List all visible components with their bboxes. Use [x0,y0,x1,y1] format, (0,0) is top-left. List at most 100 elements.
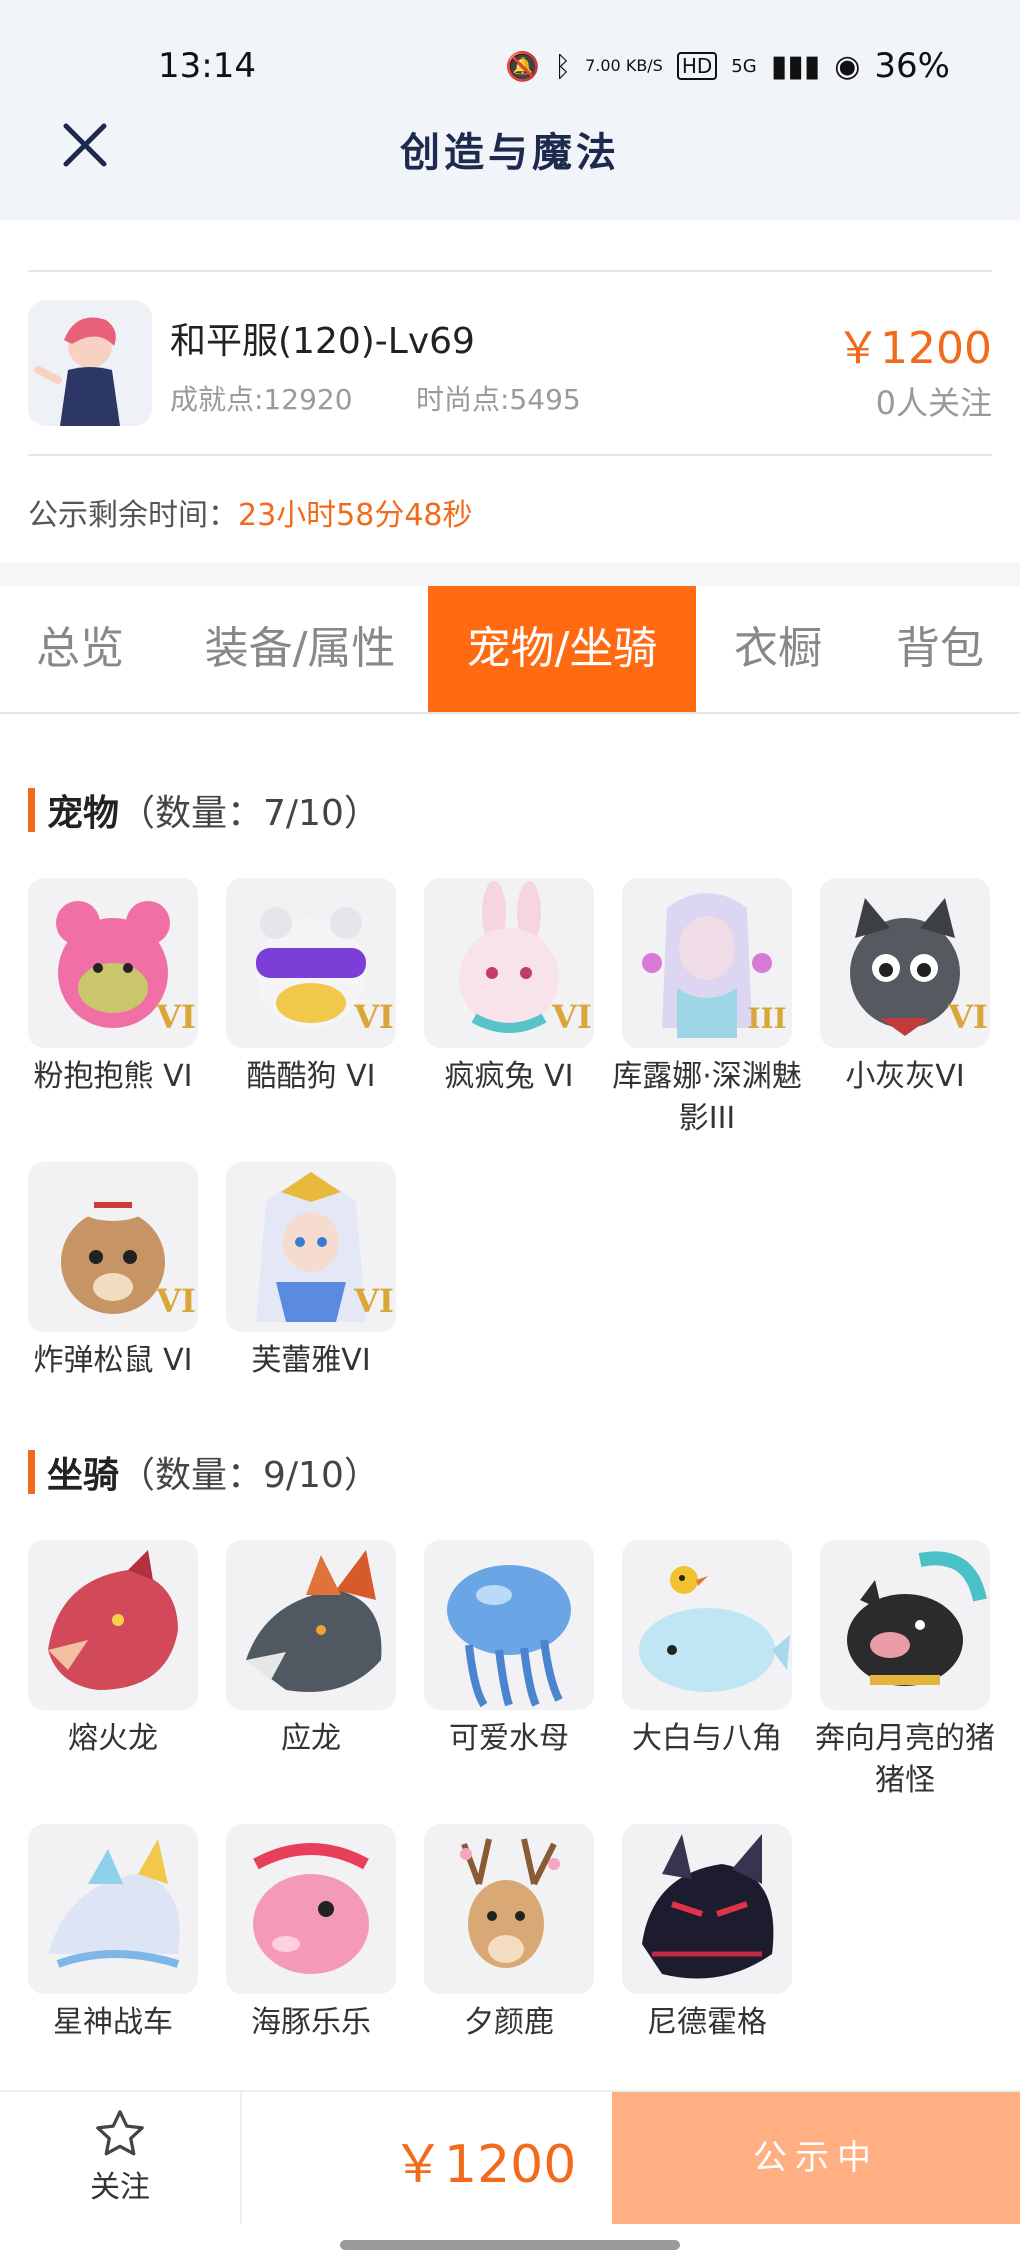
mount-tile[interactable]: 夕颜鹿 [414,1824,604,2044]
mounts-count: （数量：9/10） [119,1455,380,1496]
pet-tile[interactable]: III 库露娜·深渊魅影III [612,878,802,1140]
mounts-header: 坐骑 （数量：9/10） [28,1446,380,1498]
item-name: 和平服(120)-Lv69 [170,321,475,362]
pet-name: 酷酷狗 VI [246,1059,376,1094]
pet-tile[interactable]: VI 炸弹松鼠 VI [18,1162,208,1382]
mount-image [424,1540,594,1710]
follow-button[interactable]: 关注 [0,2092,242,2224]
page-title: 创造与魔法 [400,129,620,176]
mount-name: 星神战车 [53,2005,173,2040]
mount-tile[interactable]: 星神战车 [18,1824,208,2044]
clipped-row [28,220,992,272]
home-indicator[interactable] [340,2240,680,2250]
bluetooth-icon: ᛒ [554,49,572,83]
svg-text:III: III [747,1002,786,1035]
svg-text:VI: VI [353,998,394,1036]
pet-name: 疯疯兔 VI [444,1059,574,1094]
publicity-status-button[interactable]: 公示中 [612,2092,1020,2224]
pet-tile[interactable]: VI 芙蕾雅VI [216,1162,406,1382]
mount-name: 大白与八角 [632,1721,782,1756]
pets-title: 宠物 [47,793,120,834]
pet-name: 炸弹松鼠 VI [33,1343,193,1378]
mount-image [622,1540,792,1710]
pet-name: 库露娜·深渊魅影III [612,1059,802,1136]
pet-tile[interactable]: VI 酷酷狗 VI [216,878,406,1098]
pet-tile[interactable]: VI 疯疯兔 VI [414,878,604,1098]
mount-tile[interactable]: 海豚乐乐 [216,1824,406,2044]
battery-icon: ◉ [834,48,861,84]
mount-name: 应龙 [281,1721,341,1756]
bottom-action-bar: 关注 ￥1200 公示中 [0,2090,1020,2224]
pet-image: VI [28,878,198,1048]
mount-image [226,1824,396,1994]
mount-name: 奔向月亮的猪猪怪 [815,1721,995,1798]
pet-image: VI [226,1162,396,1332]
tab-pets-mounts[interactable]: 宠物/坐骑 [428,586,696,712]
net-speed: 7.00 KB/S [585,56,663,75]
timer-label: 公示剩余时间： [28,498,238,533]
mount-tile[interactable]: 熔火龙 [18,1540,208,1760]
status-time: 13:14 [158,46,256,86]
svg-text:VI: VI [155,1282,196,1320]
achievement-points: 成就点:12920 [170,383,353,416]
star-icon [96,2110,144,2156]
signal-label: 5G [731,55,757,77]
pets-header: 宠物 （数量：7/10） [28,784,380,836]
character-avatar-image [28,300,152,426]
tab-equipment[interactable]: 装备/属性 [180,586,420,712]
section-accent [28,1450,35,1494]
item-card[interactable]: 和平服(120)-Lv69 成就点:12920 时尚点:5495 ￥1200 0… [28,272,992,456]
timer-value: 23小时58分48秒 [238,498,473,533]
pet-name: 小灰灰VI [845,1059,965,1094]
mount-tile[interactable]: 奔向月亮的猪猪怪 [810,1540,1000,1802]
pet-image: III [622,878,792,1048]
svg-text:VI: VI [353,1282,394,1320]
mount-tile[interactable]: 大白与八角 [612,1540,802,1760]
mount-image [28,1540,198,1710]
follower-count: 0人关注 [875,384,992,422]
pet-image: VI [226,878,396,1048]
announcement-timer: 公示剩余时间：23小时58分48秒 [28,490,473,534]
mount-image [424,1824,594,1994]
pet-image: VI [424,878,594,1048]
pet-image: VI [820,878,990,1048]
top-bar: 13:14 🔕 ᛒ 7.00 KB/S HD 5G ▮▮▮ ◉ 36% 创造与魔… [0,0,1020,220]
tab-wardrobe[interactable]: 衣橱 [708,586,848,712]
svg-text:VI: VI [155,998,196,1036]
pet-image: VI [28,1162,198,1332]
pets-count: （数量：7/10） [119,793,380,834]
svg-text:VI: VI [551,998,592,1036]
hd-badge: HD [676,52,718,80]
battery-percent: 36% [874,46,950,86]
item-price: ￥1200 [836,323,992,374]
mount-name: 海豚乐乐 [251,2005,371,2040]
tab-bar: 总览 装备/属性 宠物/坐骑 衣橱 背包 [0,586,1020,714]
mount-name: 夕颜鹿 [464,2005,554,2040]
mount-tile[interactable]: 应龙 [216,1540,406,1760]
mounts-title: 坐骑 [47,1455,120,1496]
status-icons: 🔕 ᛒ 7.00 KB/S HD 5G ▮▮▮ ◉ 36% [505,46,950,86]
character-avatar [28,300,152,426]
svg-text:VI: VI [947,998,988,1036]
mute-icon: 🔕 [505,49,541,83]
mount-image [226,1540,396,1710]
pet-tile[interactable]: VI 粉抱抱熊 VI [18,878,208,1098]
section-divider [0,562,1020,586]
bottom-price: ￥1200 [392,2135,577,2195]
mount-tile[interactable]: 可爱水母 [414,1540,604,1760]
pet-tile[interactable]: VI 小灰灰VI [810,878,1000,1098]
mount-name: 可爱水母 [449,1721,569,1756]
tab-overview[interactable]: 总览 [0,586,160,712]
tab-backpack[interactable]: 背包 [870,586,1010,712]
mount-tile[interactable]: 尼德霍格 [612,1824,802,2044]
mount-image [820,1540,990,1710]
mount-name: 尼德霍格 [647,2005,767,2040]
section-accent [28,788,35,832]
mount-image [622,1824,792,1994]
mount-image [28,1824,198,1994]
signal-icon: ▮▮▮ [770,48,821,84]
pet-name: 芙蕾雅VI [251,1343,371,1378]
follow-label: 关注 [90,2170,150,2205]
fashion-points: 时尚点:5495 [416,383,581,416]
pet-name: 粉抱抱熊 VI [33,1059,193,1094]
